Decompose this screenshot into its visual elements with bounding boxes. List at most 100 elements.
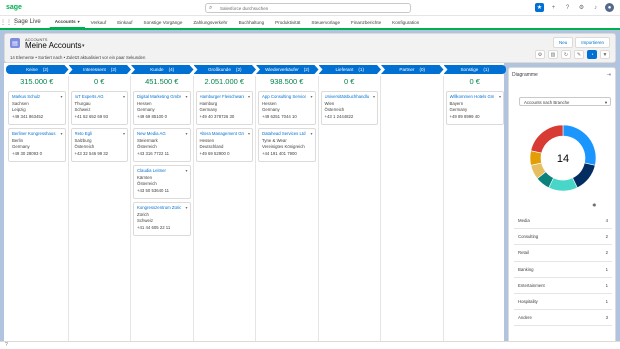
settings-icon[interactable]: ⚙: [577, 3, 586, 12]
global-search-input[interactable]: ⌕ Salesforce durchsuchen: [205, 3, 411, 13]
legend-row[interactable]: Banking 1: [514, 262, 612, 278]
stage-1[interactable]: Interessent (2): [69, 65, 132, 74]
stage-4[interactable]: Wiederverkäufer (2): [256, 65, 319, 74]
stage-count: (2): [235, 67, 242, 72]
nav-tab[interactable]: Produktivität: [269, 16, 305, 29]
card-menu-icon[interactable]: ▾: [60, 94, 62, 101]
stage-5[interactable]: Lieferant (1): [319, 65, 382, 74]
account-card[interactable]: New Media AG Steiermark Österreich +43 316 …: [133, 128, 191, 162]
account-card[interactable]: Claudia Leitner Kärnten Österreich +43 50 5…: [133, 165, 191, 199]
account-card[interactable]: Berliner Kongresshaus Berlin Germany +49 30…: [8, 128, 66, 162]
account-card[interactable]: Markus Schulz Sachsen Leipzig +49 341 86345…: [8, 91, 66, 125]
help-circle-icon[interactable]: ?: [5, 342, 8, 348]
stage-7[interactable]: Sonstige (1): [443, 65, 506, 74]
card-menu-icon[interactable]: ▾: [373, 94, 375, 101]
stage-0[interactable]: Keine (2): [6, 65, 69, 74]
nav-tab[interactable]: Buchhaltung: [233, 16, 270, 29]
account-card[interactable]: IoT Experts AG Thurgau Schweiz +41 52 652 6…: [70, 91, 128, 125]
nav-tab[interactable]: Konfiguration: [386, 16, 424, 29]
stage-6[interactable]: Partner (0): [381, 65, 444, 74]
stage-3[interactable]: Großkunde (2): [194, 65, 257, 74]
card-menu-icon[interactable]: ▾: [185, 131, 187, 138]
account-name-link[interactable]: Altera Management GmbH: [200, 131, 244, 138]
refresh-icon[interactable]: ↻: [561, 50, 571, 59]
account-card[interactable]: Willkommen Hotels GmbHBayernGermany+49 8…: [445, 91, 504, 125]
card-menu-icon[interactable]: ▾: [248, 131, 250, 138]
donut-chart: 14: [529, 124, 597, 192]
nav-tab[interactable]: Sonstige Vorgänge: [138, 16, 188, 29]
card-menu-icon[interactable]: ▾: [499, 94, 501, 101]
account-card[interactable]: Kongresszentrum Zürich Zürich Schweiz +41 4…: [133, 202, 191, 236]
donut-segment-consulting[interactable]: [572, 162, 596, 189]
chart-type-select[interactable]: Accounts nach Branche ▾: [519, 97, 611, 106]
star-icon[interactable]: ★: [535, 3, 544, 12]
edit-icon[interactable]: ✎: [574, 50, 584, 59]
search-placeholder: Salesforce durchsuchen: [220, 6, 269, 11]
kanban-columns: 315.000 € Markus Schulz Sachsen Leipzig +49 …: [6, 76, 506, 346]
account-phone: +49 341 863452: [12, 113, 44, 119]
bell-icon[interactable]: ♪: [591, 3, 600, 12]
chart-icon[interactable]: ◔: [587, 50, 597, 59]
account-name-link[interactable]: Hamburger Fleischwaren: [200, 94, 244, 101]
account-card[interactable]: Hamburger Fleischwaren Hamburg Germany +49 …: [195, 91, 253, 125]
card-menu-icon[interactable]: ▾: [248, 94, 250, 101]
nav-tab[interactable]: Finanzberichte: [345, 16, 386, 29]
donut-segment-retail[interactable]: [548, 177, 578, 192]
account-phone: +43 1 2444822: [324, 113, 354, 119]
legend-row[interactable]: Andere 3: [514, 310, 612, 327]
nav-tab[interactable]: Einkauf: [111, 16, 137, 29]
account-name-link[interactable]: Universitätsbuchhandlung: [325, 94, 369, 101]
nav-tab[interactable]: Verkauf: [85, 16, 112, 29]
stage-label: Großkunde: [207, 67, 231, 72]
account-card[interactable]: Datahead Services Ltd Tyne & Wear Vereinig…: [258, 128, 316, 162]
card-menu-icon[interactable]: ▾: [60, 131, 62, 138]
account-phone: +49 30 28093 0: [12, 150, 42, 156]
page-title[interactable]: Meine Accounts: [25, 41, 81, 50]
donut-segment-andere[interactable]: [530, 124, 564, 154]
card-menu-icon[interactable]: ▾: [185, 168, 187, 175]
stage-2[interactable]: Kunde (4): [131, 65, 194, 74]
column-total: 2.051.000 €: [204, 77, 245, 86]
card-menu-icon[interactable]: ▾: [310, 131, 312, 138]
account-name-link[interactable]: Willkommen Hotels GmbH: [450, 94, 494, 101]
legend-row[interactable]: Consulting 2: [514, 229, 612, 246]
stage-label: Sonstige: [460, 67, 479, 72]
chevron-down-icon[interactable]: ▾: [78, 19, 80, 24]
collapse-panel-icon[interactable]: ⇥: [607, 72, 611, 78]
card-menu-icon[interactable]: ▾: [123, 94, 125, 101]
legend-value: 3: [605, 315, 608, 321]
account-card[interactable]: App Consulting Services Hessen Germany +49 …: [258, 91, 316, 125]
legend-row[interactable]: Entertainment 1: [514, 278, 612, 294]
nav-tab[interactable]: Steuervorlage: [305, 16, 345, 29]
nav-tab[interactable]: Accounts ▾: [48, 15, 85, 29]
legend-value: 4: [605, 218, 608, 224]
account-card[interactable]: UniversitätsbuchhandlungWienÖsterreich+4…: [320, 91, 378, 125]
account-card[interactable]: Altera Management GmbHHessenDeutschland+…: [195, 128, 253, 162]
card-menu-icon[interactable]: ▾: [185, 94, 187, 101]
account-card[interactable]: Reto Egli Salzburg Österreich +43 32 546 99…: [70, 128, 128, 162]
legend-row[interactable]: Hospitality 1: [514, 294, 612, 311]
nav-tab[interactable]: Zahlungsverkehr: [187, 16, 232, 29]
account-name-link[interactable]: Datahead Services Ltd: [262, 131, 306, 138]
account-name-link[interactable]: Kongresszentrum Zürich: [137, 205, 181, 212]
filter-icon[interactable]: ▼: [600, 50, 610, 59]
view-mode-icon[interactable]: ▥: [548, 50, 558, 59]
card-menu-icon[interactable]: ▾: [123, 131, 125, 138]
add-icon[interactable]: +: [549, 3, 558, 12]
account-name-link[interactable]: Digital Marketing GmbH: [137, 94, 181, 101]
list-view-switcher-icon[interactable]: ▾: [82, 43, 85, 49]
legend-row[interactable]: Retail 2: [514, 245, 612, 262]
user-avatar[interactable]: ●: [605, 3, 614, 12]
account-card[interactable]: Digital Marketing GmbH Hessen Germany +49 6…: [133, 91, 191, 125]
help-icon[interactable]: ?: [563, 3, 572, 12]
card-menu-icon[interactable]: ▾: [185, 205, 187, 212]
app-launcher-icon[interactable]: ⋮⋮⋮: [0, 19, 18, 26]
list-settings-icon[interactable]: ⚙: [535, 50, 545, 59]
new-button[interactable]: Neu: [552, 37, 574, 48]
import-button[interactable]: Importieren: [575, 37, 610, 48]
account-name-link[interactable]: App Consulting Services: [262, 94, 306, 101]
legend-row[interactable]: Media 4: [514, 213, 612, 230]
chart-settings-icon[interactable]: ✹: [592, 203, 597, 209]
account-name-link[interactable]: Berliner Kongresshaus: [12, 131, 56, 138]
card-menu-icon[interactable]: ▾: [310, 94, 312, 101]
